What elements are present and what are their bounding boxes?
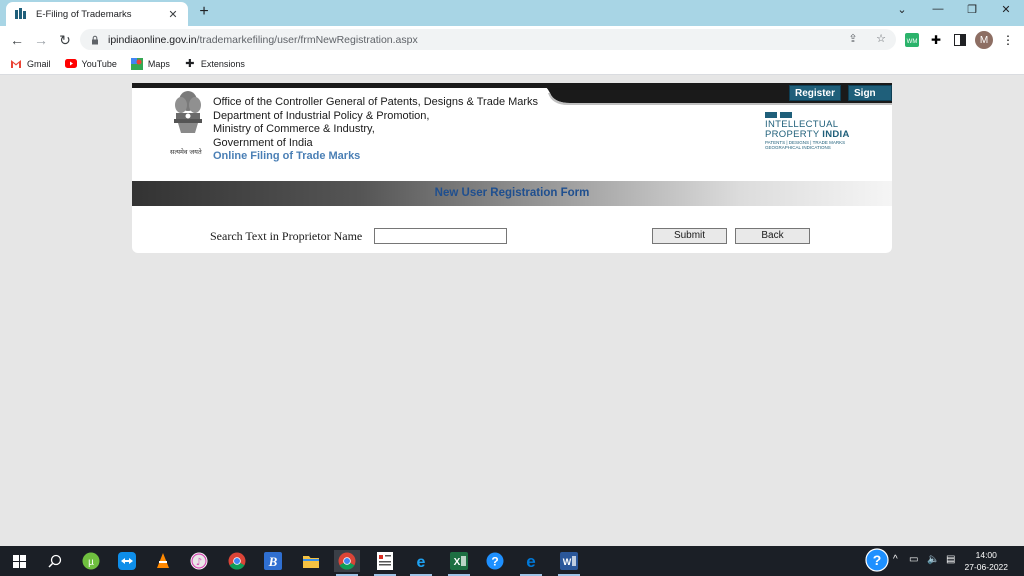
extension-wm-icon[interactable]: WM bbox=[904, 32, 920, 48]
svg-text:?: ? bbox=[873, 552, 882, 568]
svg-text:B: B bbox=[268, 554, 278, 569]
bookmark-label: YouTube bbox=[81, 58, 117, 69]
side-panel-icon[interactable] bbox=[952, 32, 968, 48]
windows-start-icon[interactable] bbox=[6, 550, 32, 572]
svg-text:µ: µ bbox=[88, 557, 94, 568]
back-arrow-icon[interactable]: ← bbox=[8, 31, 26, 49]
org-line: Office of the Controller General of Pate… bbox=[213, 96, 539, 108]
organization-name: Office of the Controller General of Pate… bbox=[213, 96, 538, 150]
file-explorer-icon[interactable] bbox=[298, 550, 324, 572]
reload-icon[interactable]: ↻ bbox=[56, 31, 74, 49]
svg-text:X: X bbox=[454, 557, 461, 568]
chrome-icon[interactable] bbox=[224, 550, 250, 572]
b-app-icon[interactable]: B bbox=[260, 550, 286, 572]
tab-title: E-Filing of Trademarks bbox=[36, 8, 132, 20]
svg-text:♪: ♪ bbox=[196, 557, 202, 568]
extensions-puzzle-icon[interactable]: ✚ bbox=[928, 32, 944, 48]
vlc-icon[interactable] bbox=[150, 550, 176, 572]
taskbar: µ ♪ B e X ? e W ? ^ ▭ 🔈 ▤ 14:00 27-06-20… bbox=[0, 546, 1024, 576]
youtube-icon bbox=[64, 59, 77, 69]
close-window-button[interactable]: ✕ bbox=[996, 3, 1016, 16]
taskbar-clock[interactable]: 14:00 27-06-2022 bbox=[965, 549, 1008, 573]
bookmark-label: Gmail bbox=[27, 58, 51, 69]
utorrent-icon[interactable]: µ bbox=[78, 550, 104, 572]
volume-icon[interactable]: 🔈 bbox=[927, 554, 939, 565]
emblem-motto: सत्यमेव जयते bbox=[170, 149, 202, 156]
bookmark-label: Maps bbox=[147, 58, 170, 69]
maps-icon bbox=[130, 57, 143, 70]
edge-icon[interactable]: e bbox=[518, 550, 544, 576]
help-tray-icon[interactable]: ? bbox=[864, 548, 890, 572]
internet-explorer-icon[interactable]: e bbox=[408, 550, 434, 576]
show-hidden-icons-icon[interactable]: ^ bbox=[893, 554, 898, 565]
sign-in-button[interactable]: Sign In bbox=[848, 85, 892, 115]
online-filing-title: Online Filing of Trade Marks bbox=[213, 150, 361, 162]
proprietor-search-input[interactable] bbox=[374, 228, 507, 244]
chrome-active-icon[interactable] bbox=[334, 550, 360, 576]
ipi-line2: PROPERTY INDIA bbox=[765, 129, 850, 140]
url-host: ipindiaonline.gov.in bbox=[108, 33, 197, 46]
form-title-bar: New User Registration Form bbox=[132, 181, 892, 206]
tab-search-icon[interactable]: ⌄ bbox=[892, 3, 912, 16]
back-button[interactable]: Back bbox=[735, 228, 810, 244]
share-icon[interactable]: ⇪ bbox=[846, 32, 860, 46]
menu-kebab-icon[interactable]: ⋮ bbox=[1000, 32, 1016, 48]
bookmark-extensions[interactable]: ✚ Extensions bbox=[184, 58, 245, 70]
registration-card: Register Sign In सत्यमेव जयते Office of … bbox=[132, 83, 892, 253]
bookmark-label: Extensions bbox=[200, 58, 245, 69]
puzzle-icon: ✚ bbox=[185, 58, 195, 70]
profile-avatar[interactable]: M bbox=[975, 31, 993, 49]
browser-toolbar: ← → ↻ ipindiaonline.gov.in /trademarkefi… bbox=[0, 26, 1024, 53]
bookmarks-bar: Gmail YouTube Maps ✚ Extensions bbox=[0, 53, 1024, 75]
new-tab-button[interactable]: + bbox=[196, 4, 212, 20]
svg-text:e: e bbox=[526, 552, 535, 570]
submit-button[interactable]: Submit bbox=[652, 228, 727, 244]
notifications-icon[interactable]: ▤ bbox=[946, 554, 955, 565]
bookmark-gmail[interactable]: Gmail bbox=[10, 59, 51, 69]
help-icon[interactable]: ? bbox=[482, 550, 508, 572]
gmail-icon bbox=[10, 59, 22, 69]
svg-text:e: e bbox=[417, 554, 426, 570]
search-icon[interactable] bbox=[42, 550, 68, 572]
tab-strip: E-Filing of Trademarks ✕ + ⌄ — ❐ ✕ bbox=[0, 0, 1024, 26]
ip-india-logo: INTELLECTUAL PROPERTY INDIA PATENTS | DE… bbox=[765, 112, 875, 150]
close-tab-icon[interactable]: ✕ bbox=[166, 8, 180, 21]
teamviewer-icon[interactable] bbox=[114, 550, 140, 572]
minimize-button[interactable]: — bbox=[928, 3, 948, 15]
itunes-icon[interactable]: ♪ bbox=[186, 550, 212, 572]
register-button[interactable]: Register bbox=[789, 85, 842, 101]
bookmark-youtube[interactable]: YouTube bbox=[64, 58, 117, 69]
bookmark-star-icon[interactable]: ☆ bbox=[874, 32, 888, 46]
bookmark-maps[interactable]: Maps bbox=[130, 57, 170, 70]
url-path: /trademarkefiling/user/frmNewRegistratio… bbox=[196, 33, 418, 46]
svg-text:W: W bbox=[563, 557, 572, 567]
lock-icon bbox=[92, 35, 98, 44]
clock-time: 14:00 bbox=[975, 550, 997, 560]
org-line: Department of Industrial Policy & Promot… bbox=[213, 109, 430, 122]
page-content: Register Sign In सत्यमेव जयते Office of … bbox=[0, 76, 1024, 546]
svg-text:WM: WM bbox=[907, 39, 918, 45]
clock-date: 27-06-2022 bbox=[964, 562, 1008, 572]
document-viewer-icon[interactable] bbox=[372, 550, 398, 576]
restore-button[interactable]: ❐ bbox=[962, 3, 982, 16]
ipi-small-line2: GEOGRAPHICAL INDICATIONS bbox=[765, 145, 831, 150]
browser-tab[interactable]: E-Filing of Trademarks ✕ bbox=[6, 2, 188, 26]
site-favicon-icon bbox=[14, 7, 28, 21]
org-line: Government of India bbox=[213, 136, 313, 149]
excel-icon[interactable]: X bbox=[446, 550, 472, 576]
address-bar[interactable]: ipindiaonline.gov.in /trademarkefiling/u… bbox=[80, 29, 896, 50]
battery-icon[interactable]: ▭ bbox=[909, 554, 918, 565]
search-label: Search Text in Proprietor Name bbox=[210, 229, 363, 243]
form-title: New User Registration Form bbox=[434, 187, 590, 199]
org-line: Ministry of Commerce & Industry, bbox=[213, 123, 375, 135]
ashoka-emblem-icon bbox=[174, 91, 202, 133]
svg-text:?: ? bbox=[491, 555, 498, 569]
forward-arrow-icon[interactable]: → bbox=[32, 31, 50, 49]
word-icon[interactable]: W bbox=[556, 550, 582, 576]
